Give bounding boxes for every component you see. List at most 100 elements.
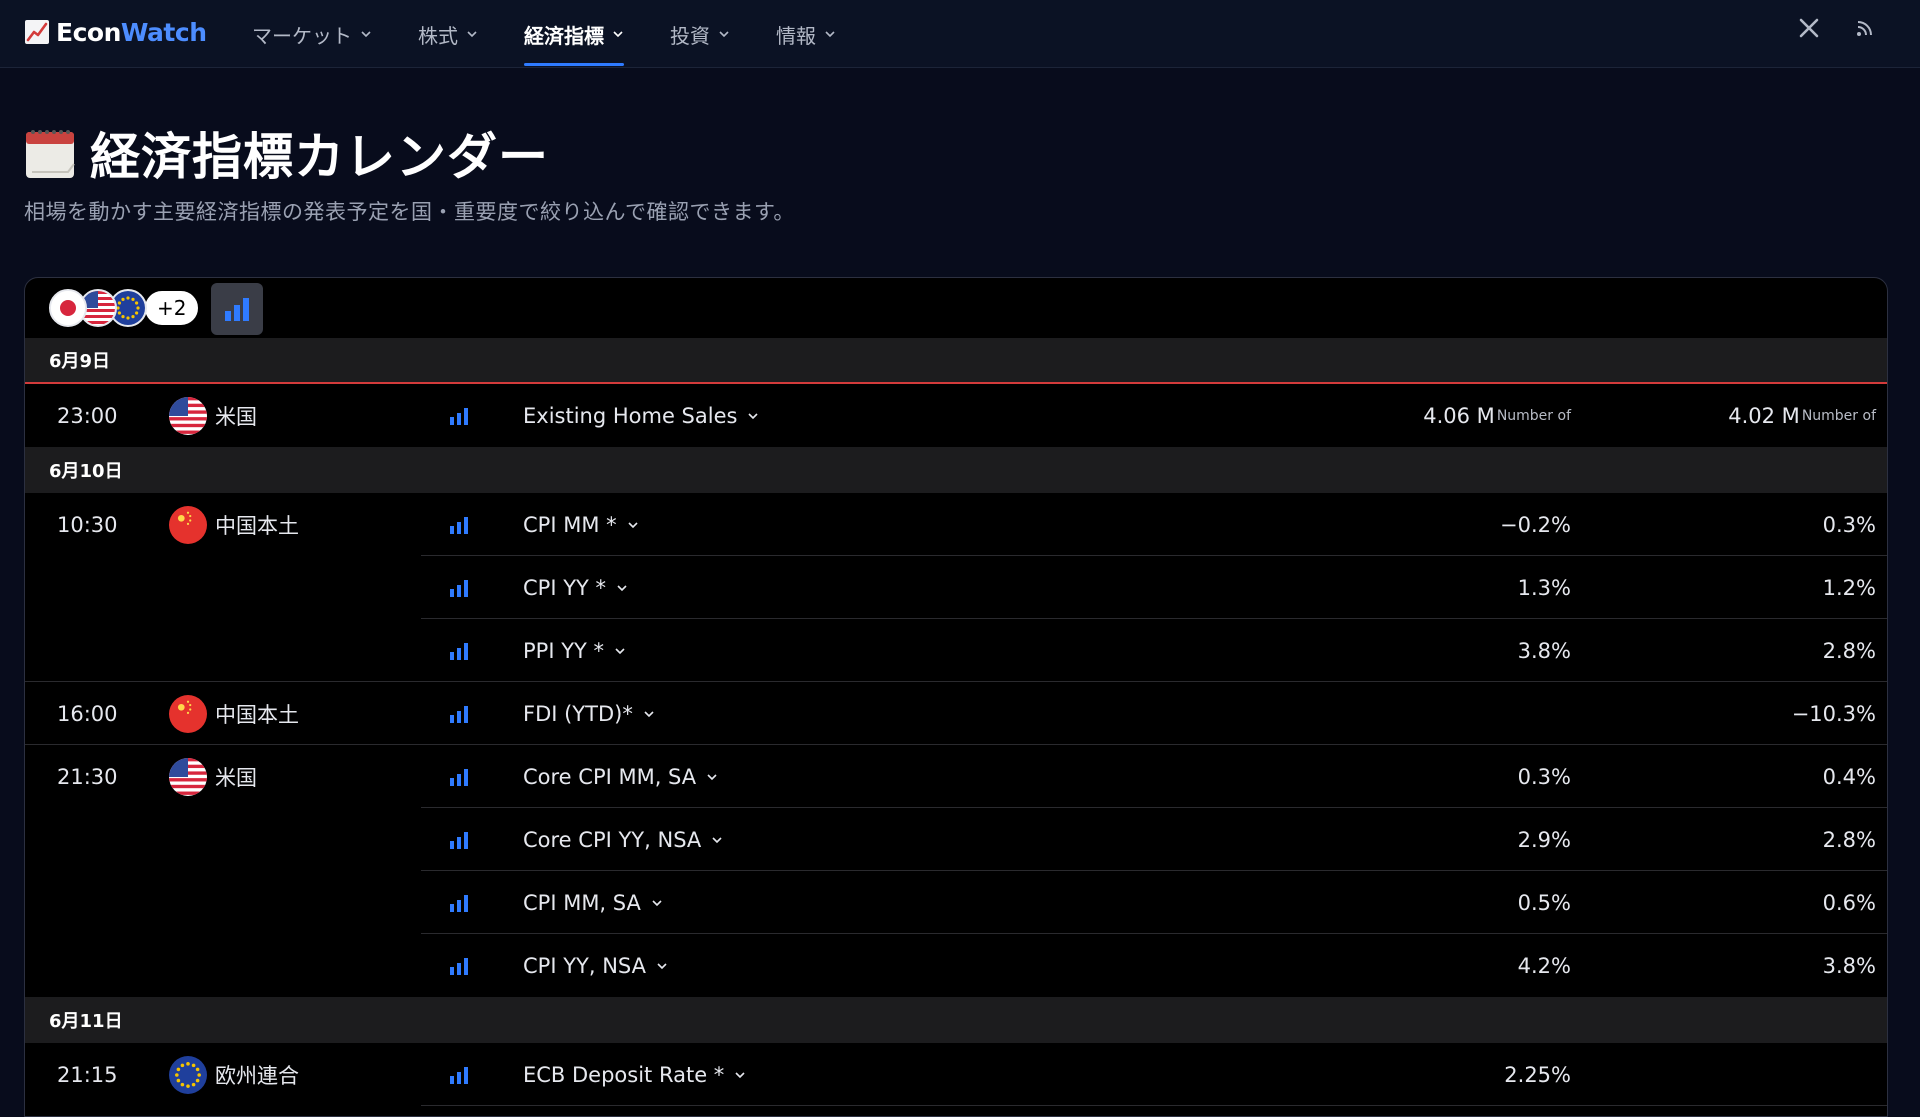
chevron-down-icon [712,836,722,843]
event-actual: 2.25% [1504,1062,1571,1087]
chart-trend-icon [25,20,49,44]
menu-item-label: 情報 [776,23,816,48]
flag-usa-icon [169,757,207,796]
event-country: 中国本土 [169,682,299,745]
menu-item-invest[interactable]: 投資 [670,0,730,68]
importance-bars-icon [449,934,471,997]
country-filter[interactable]: +2 [49,288,201,328]
menu-item-stocks[interactable]: 株式 [418,0,478,68]
menu-item-label: 投資 [670,23,710,48]
event-name: Core CPI YY, NSA [523,827,702,852]
table-row[interactable]: PPI YY * 3.8% 2.8% [25,619,1887,682]
event-name: CPI MM * [523,512,617,537]
brand-logo[interactable]: EconWatch [24,10,207,54]
event-previous: −10.3% [1791,701,1876,726]
country-name: 中国本土 [215,513,299,538]
table-row[interactable]: 23:00 米国 Existing Home Sales 4.06 M Numbe… [25,384,1887,447]
table-row[interactable]: CPI MM, SA 0.5% 0.6% [25,871,1887,934]
country-name: 中国本土 [215,702,299,727]
chevron-down-icon [748,412,759,419]
importance-bars-icon [449,682,471,745]
importance-bars-icon [449,493,471,556]
page-title: 経済指標カレンダー [24,118,549,188]
event-time: 10:30 [57,512,118,537]
event-name-toggle[interactable]: CPI YY, NSA [523,934,668,997]
event-name-toggle[interactable]: Core CPI MM, SA [523,745,718,808]
actual-unit: Number of [1496,407,1571,424]
table-row[interactable]: Core CPI YY, NSA 2.9% 2.8% [25,808,1887,871]
filter-bar: +2 [25,278,1887,338]
brand-name: EconWatch [56,18,207,47]
event-actual: 3.8% [1517,638,1571,663]
country-name: 欧州連合 [215,1063,299,1088]
menu-item-market[interactable]: マーケット [252,0,372,68]
table-row[interactable]: 10:30 中国本土 CPI MM * −0.2% 0.3% [25,493,1887,556]
event-name: CPI MM, SA [523,890,641,915]
importance-bars-icon [449,745,471,808]
table-row[interactable]: 21:15 欧州連合 ECB Deposit Rate * 2.25% [25,1043,1887,1106]
actual-value: 4.06 M [1423,403,1495,428]
rss-feed-link[interactable] [1850,0,1880,56]
importance-bars-icon [225,298,249,321]
table-row[interactable]: 16:00 中国本土 FDI (YTD)* −10.3% [25,682,1887,745]
flag-usa-icon [169,396,207,435]
event-actual: 0.5% [1517,890,1571,915]
event-name-toggle[interactable]: ECB Deposit Rate * [523,1043,746,1106]
flag-japan-icon [49,289,87,327]
chevron-down-icon [657,962,667,969]
page-title-text: 経済指標カレンダー [90,128,549,186]
event-name: Existing Home Sales [523,403,738,428]
table-row[interactable]: CPI YY, NSA 4.2% 3.8% [25,934,1887,997]
x-social-link[interactable] [1792,0,1826,56]
event-name-toggle[interactable]: CPI MM * [523,493,639,556]
importance-filter-button[interactable] [211,283,263,335]
event-country: 欧州連合 [169,1043,299,1106]
event-previous: 4.02 M Number of [1728,384,1876,447]
event-actual: 0.3% [1517,764,1571,789]
brand-name-part-1: Econ [56,17,121,47]
country-name: 米国 [215,404,257,429]
main-menu: マーケット 株式 経済指標 投資 情報 [252,0,882,68]
calendar-icon [26,130,75,178]
row-divider [421,1105,1887,1106]
table-row[interactable]: CPI YY * 1.3% 1.2% [25,556,1887,619]
event-name: CPI YY, NSA [523,953,646,978]
event-name-toggle[interactable]: FDI (YTD)* [523,682,655,745]
chevron-down-icon [361,31,371,38]
event-time: 21:15 [57,1062,118,1087]
importance-bars-icon [449,1043,471,1106]
flag-china-icon [169,694,207,733]
calendar-rows: 6月9日 23:00 米国 Existing Home Sales 4.06 M… [25,338,1887,1106]
event-actual: 4.2% [1517,953,1571,978]
chevron-down-icon [644,710,654,717]
importance-bars-icon [449,871,471,934]
event-actual: −0.2% [1500,512,1571,537]
chevron-down-icon [467,31,477,38]
event-name: PPI YY * [523,638,605,663]
date-header: 6月9日 [25,338,1887,384]
event-name-toggle[interactable]: Core CPI YY, NSA [523,808,723,871]
chevron-down-icon [617,584,627,591]
chevron-down-icon [615,647,625,654]
event-name-toggle[interactable]: CPI MM, SA [523,871,663,934]
event-name-toggle[interactable]: PPI YY * [523,619,626,682]
event-previous: 3.8% [1822,953,1876,978]
table-row[interactable]: 21:30 米国 Core CPI MM, SA 0.3% 0.4% [25,745,1887,808]
event-actual: 2.9% [1517,827,1571,852]
previous-value: 4.02 M [1728,403,1800,428]
menu-item-label: 経済指標 [524,23,604,48]
more-countries-badge[interactable]: +2 [143,289,201,327]
event-name-toggle[interactable]: Existing Home Sales [523,384,759,447]
event-name-toggle[interactable]: CPI YY * [523,556,628,619]
menu-item-indicators[interactable]: 経済指標 [524,0,624,68]
event-name: ECB Deposit Rate * [523,1062,725,1087]
flag-china-icon [169,505,207,544]
menu-item-label: マーケット [252,23,352,48]
economic-calendar-panel: +2 6月9日 23:00 米国 Existing Home Sales 4.0… [24,277,1888,1117]
event-previous: 0.4% [1822,764,1876,789]
event-previous: 1.2% [1822,575,1876,600]
chevron-down-icon [613,31,623,38]
flag-eu-icon [169,1055,207,1094]
menu-item-info[interactable]: 情報 [776,0,836,68]
chevron-down-icon [719,31,729,38]
